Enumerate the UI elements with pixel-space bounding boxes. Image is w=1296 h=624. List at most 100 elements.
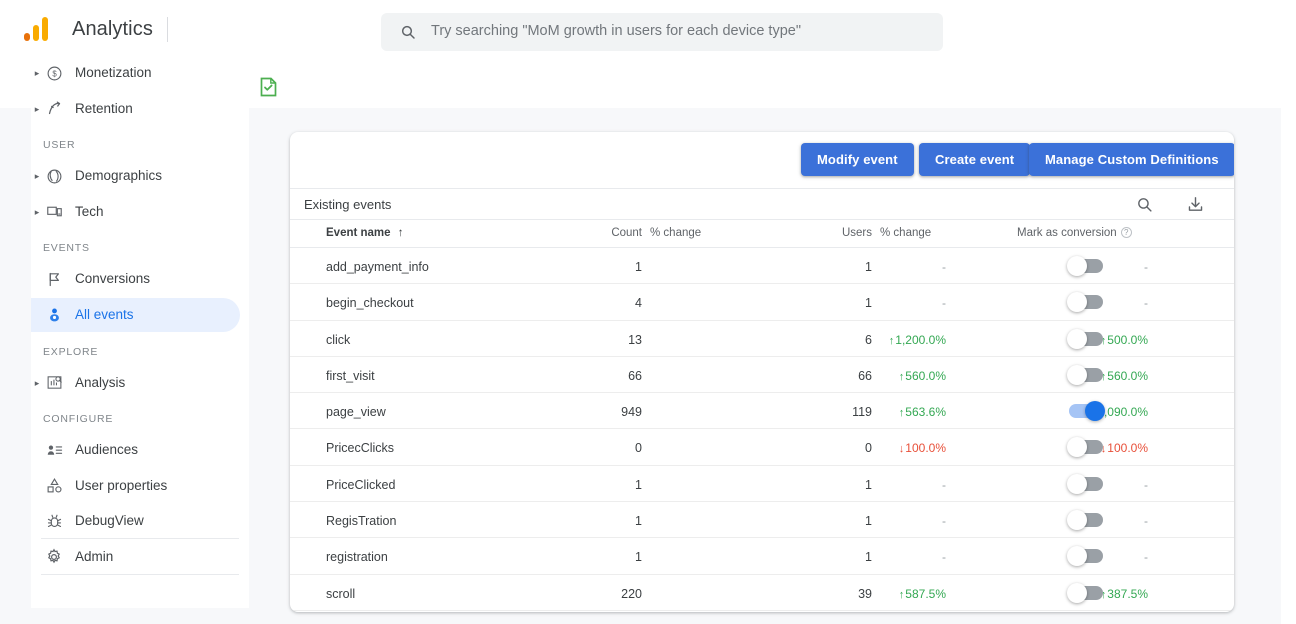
sidebar-item-label: Demographics bbox=[75, 168, 163, 184]
sidebar-item-label: Retention bbox=[75, 100, 133, 116]
chevron-right-icon[interactable]: ▸ bbox=[29, 195, 45, 229]
event-users-change-value: - bbox=[1144, 260, 1148, 274]
analysis-chart-icon bbox=[45, 374, 63, 392]
event-name-cell: begin_checkout bbox=[326, 296, 414, 311]
chevron-right-icon[interactable]: ▸ bbox=[29, 159, 45, 193]
mark-as-conversion-toggle[interactable] bbox=[1067, 364, 1103, 385]
card-action-bar: Modify event Create event Manage Custom … bbox=[290, 132, 1234, 188]
sidebar-item-user-properties[interactable]: User properties bbox=[31, 469, 249, 503]
retention-icon bbox=[45, 100, 63, 118]
event-name-cell: scroll bbox=[326, 586, 356, 601]
events-card: Modify event Create event Manage Custom … bbox=[290, 132, 1234, 612]
event-users-change-value: - bbox=[1144, 477, 1148, 492]
event-users-change-value: 100.0% bbox=[1107, 441, 1148, 456]
mark-as-conversion-toggle[interactable] bbox=[1067, 546, 1103, 567]
sidebar-item-debugview[interactable]: DebugView bbox=[31, 504, 249, 538]
sidebar-item-tech[interactable]: ▸ Tech bbox=[31, 195, 249, 229]
chevron-right-icon[interactable]: ▸ bbox=[29, 92, 45, 126]
event-users-change-value: 500.0% bbox=[1107, 332, 1148, 347]
sidebar-section-user: USER bbox=[43, 139, 76, 152]
table-row[interactable]: click 13 ↑1,200.0% 6 ↑500.0% bbox=[290, 321, 1234, 357]
sidebar-item-audiences[interactable]: Audiences bbox=[31, 433, 249, 467]
event-users-change-value: 387.5% bbox=[1107, 586, 1148, 601]
table-row[interactable]: PriceClicked 1-1- bbox=[290, 466, 1234, 503]
sidebar-section-configure: CONFIGURE bbox=[43, 413, 114, 426]
sidebar-section-explore: EXPLORE bbox=[43, 345, 99, 358]
toggle-knob bbox=[1067, 473, 1087, 494]
help-icon[interactable]: ? bbox=[1120, 227, 1132, 238]
flag-icon bbox=[45, 270, 63, 288]
google-analytics-logo bbox=[24, 17, 58, 41]
event-name-cell: PriceClicked bbox=[326, 477, 396, 492]
column-header-mark-as-conversion: Mark as conversion? bbox=[1017, 227, 1132, 239]
manage-custom-definitions-button[interactable]: Manage Custom Definitions bbox=[1029, 143, 1234, 176]
sidebar: ▸ $ Monetization ▸ Retention USER ▸ Demographic… bbox=[31, 56, 249, 608]
column-header-users[interactable]: Users bbox=[832, 227, 872, 239]
mark-as-conversion-toggle[interactable] bbox=[1067, 256, 1103, 276]
column-header-event-name-text: Event name bbox=[326, 227, 391, 239]
globe-icon bbox=[45, 167, 63, 185]
sidebar-item-conversions[interactable]: Conversions bbox=[31, 262, 249, 296]
sidebar-item-label: Tech bbox=[75, 203, 104, 219]
search-placeholder: Try searching "MoM growth in users for e… bbox=[431, 23, 801, 39]
sidebar-divider bbox=[41, 574, 239, 575]
mark-as-conversion-toggle[interactable] bbox=[1067, 473, 1103, 494]
mark-as-conversion-toggle[interactable] bbox=[1067, 328, 1103, 349]
column-header-event-name[interactable]: Event name ↑ bbox=[326, 227, 404, 239]
table-row[interactable]: first_visit 66 ↑560.0% 66 ↑560.0% bbox=[290, 357, 1234, 394]
devices-icon bbox=[45, 203, 63, 221]
sidebar-section-events: EVENTS bbox=[43, 242, 90, 255]
sidebar-item-label: User properties bbox=[75, 477, 168, 493]
sidebar-item-all-events[interactable]: All events bbox=[31, 298, 249, 332]
event-name-cell: PricecClicks bbox=[326, 441, 395, 456]
chevron-right-icon[interactable]: ▸ bbox=[29, 56, 45, 90]
event-users-change-value: - bbox=[1144, 296, 1148, 311]
event-name-cell: click bbox=[326, 332, 351, 347]
sidebar-item-monetization[interactable]: ▸ $ Monetization bbox=[31, 56, 249, 90]
table-row[interactable]: scroll 220 ↑587.5% 39 ↑387.5% bbox=[290, 575, 1234, 611]
search-icon bbox=[400, 24, 416, 40]
toggle-knob bbox=[1067, 256, 1087, 276]
table-body: add_payment_info 1-1- begin_checkout 4-1- cl… bbox=[290, 248, 1234, 611]
dollar-circle-icon: $ bbox=[45, 64, 63, 82]
sidebar-item-analysis[interactable]: ▸ Analysis bbox=[31, 366, 249, 400]
table-row[interactable]: add_payment_info 1-1- bbox=[290, 248, 1234, 285]
chevron-right-icon[interactable]: ▸ bbox=[29, 366, 45, 400]
table-search-icon[interactable] bbox=[1136, 196, 1153, 213]
event-name-cell: RegisTration bbox=[326, 514, 397, 529]
download-icon[interactable] bbox=[1187, 196, 1204, 213]
table-row[interactable]: RegisTration 1-1- bbox=[290, 502, 1234, 539]
gear-icon bbox=[45, 548, 63, 566]
table-row[interactable]: PricecClicks 0 ↓100.0% 0 ↓100.0% bbox=[290, 429, 1234, 466]
modify-event-button[interactable]: Modify event bbox=[801, 143, 914, 176]
column-header-users-change[interactable]: % change bbox=[880, 227, 931, 239]
toggle-knob bbox=[1067, 582, 1087, 603]
shapes-icon bbox=[45, 477, 63, 495]
column-header-count-change[interactable]: % change bbox=[650, 227, 701, 239]
table-header-row: Event name ↑ Count % change Users % chan… bbox=[290, 220, 1234, 248]
table-row[interactable]: page_view949↑563.6%119↑1,090.0% bbox=[290, 393, 1234, 430]
sort-ascending-icon: ↑ bbox=[397, 227, 404, 239]
event-users-change-value: 560.0% bbox=[1107, 368, 1148, 383]
toggle-knob bbox=[1067, 328, 1087, 349]
sidebar-item-demographics[interactable]: ▸ Demographics bbox=[31, 159, 249, 193]
brand-divider bbox=[167, 17, 168, 42]
sidebar-item-label: DebugView bbox=[75, 513, 144, 529]
event-name-cell: page_view bbox=[326, 405, 386, 420]
table-row[interactable]: begin_checkout 4-1- bbox=[290, 284, 1234, 321]
mark-as-conversion-toggle[interactable] bbox=[1067, 510, 1103, 531]
mark-as-conversion-toggle[interactable] bbox=[1067, 582, 1103, 603]
create-event-button[interactable]: Create event bbox=[919, 143, 1031, 176]
event-name-cell: first_visit bbox=[326, 368, 375, 383]
search-bar[interactable]: Try searching "MoM growth in users for e… bbox=[381, 13, 943, 51]
toggle-knob bbox=[1067, 510, 1087, 531]
svg-text:$: $ bbox=[52, 69, 57, 78]
column-header-count[interactable]: Count bbox=[602, 227, 642, 239]
mark-as-conversion-toggle[interactable] bbox=[1067, 292, 1103, 313]
sidebar-item-retention[interactable]: ▸ Retention bbox=[31, 92, 249, 126]
sidebar-item-admin[interactable]: Admin bbox=[31, 540, 249, 574]
green-document-check-icon bbox=[260, 77, 277, 97]
table-row[interactable]: registration 1-1- bbox=[290, 538, 1234, 575]
mark-as-conversion-toggle[interactable] bbox=[1067, 437, 1103, 458]
mark-as-conversion-toggle[interactable] bbox=[1069, 401, 1105, 422]
